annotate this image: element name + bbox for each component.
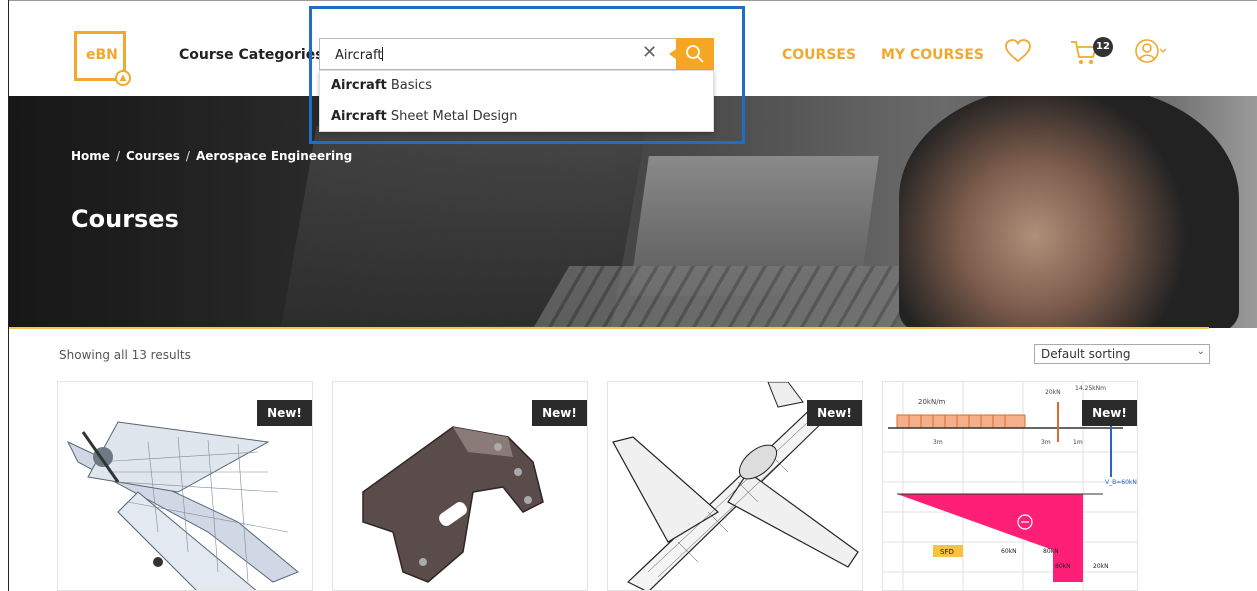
svg-text:20kN: 20kN [1093,563,1109,570]
new-badge: New! [1082,400,1137,426]
new-badge: New! [807,400,862,426]
chevron-down-icon: ⌄ [1196,346,1205,357]
course-card[interactable]: New! [607,381,863,591]
course-card[interactable]: New! 20kN/m 20kN 14.25kNm 3m 3m 1m V_B=6… [882,381,1138,591]
svg-text:60kN: 60kN [1001,548,1017,555]
site-logo[interactable]: eBN ▲ [74,31,131,86]
nav-courses-link[interactable]: COURSES [782,47,856,63]
breadcrumb-home[interactable]: Home [71,149,110,163]
highlight-box [309,6,745,144]
new-badge: New! [532,400,587,426]
sort-selected-value: Default sorting [1041,347,1131,361]
svg-text:SFD: SFD [940,548,954,556]
svg-text:20kN/m: 20kN/m [918,398,946,406]
svg-text:3m: 3m [933,439,943,446]
new-badge: New! [257,400,312,426]
nav-my-courses-link[interactable]: MY COURSES [881,47,984,63]
cart-count-badge: 12 [1093,37,1113,57]
svg-text:1m: 1m [1073,439,1083,446]
user-account-icon[interactable] [1135,39,1167,65]
sort-select[interactable]: Default sorting ⌄ [1034,344,1210,364]
results-count: Showing all 13 results [59,348,191,362]
hero-person-image [899,96,1239,328]
graduation-cap-icon: ▲ [115,70,131,86]
heart-icon[interactable] [1005,39,1031,63]
breadcrumb-aerospace-engineering: Aerospace Engineering [195,149,353,163]
svg-text:14.25kNm: 14.25kNm [1075,385,1106,392]
svg-text:V_B=60kN: V_B=60kN [1105,479,1137,486]
course-card[interactable]: New! [332,381,588,591]
course-card[interactable]: New! [57,381,313,591]
breadcrumb-courses[interactable]: Courses [126,149,180,163]
svg-text:3m: 3m [1041,439,1051,446]
svg-text:20kN: 20kN [1045,389,1061,396]
svg-text:80kN: 80kN [1043,548,1059,555]
page-title: Courses [71,205,179,233]
course-categories-menu[interactable]: Course Categories [179,47,324,63]
hero-accent-bar [9,327,1209,329]
logo-text: eBN [86,47,118,63]
breadcrumb: Home / Courses / Aerospace Engineering [71,149,353,163]
svg-text:80kN: 80kN [1055,563,1071,570]
